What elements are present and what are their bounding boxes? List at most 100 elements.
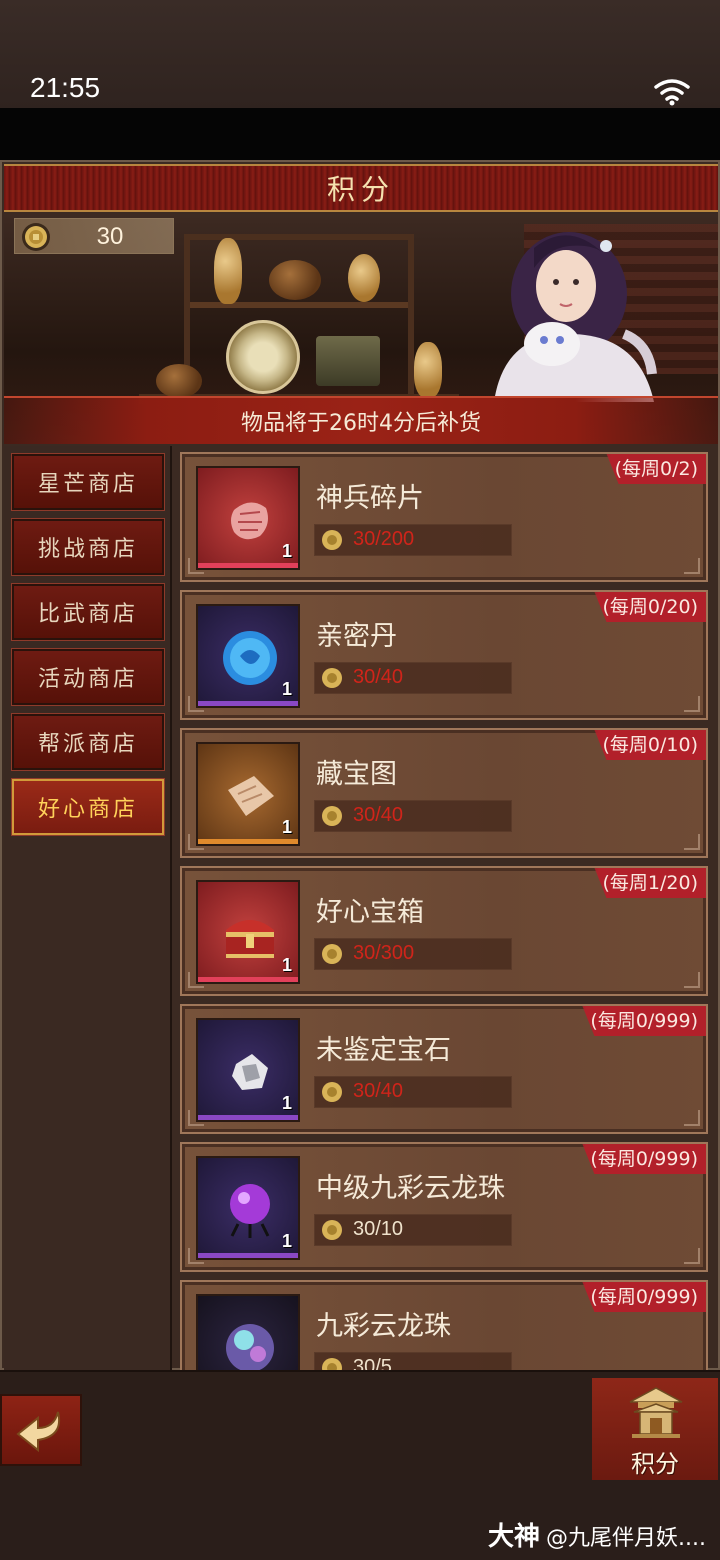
tab-event-shop[interactable]: 活动商店	[11, 648, 165, 706]
item-quantity: 1	[281, 541, 292, 561]
item-name: 亲密丹	[316, 621, 397, 652]
vase-decoration	[414, 342, 442, 398]
item-quantity: 1	[281, 817, 292, 837]
item-name: 九彩云龙珠	[316, 1311, 451, 1342]
restock-timer-text: 物品将于26时4分后补货	[241, 411, 481, 436]
bottom-bar: 积分	[0, 1370, 720, 1480]
rarity-strip	[198, 839, 298, 844]
tab-kindness-shop[interactable]: 好心商店	[11, 778, 165, 836]
item-name: 好心宝箱	[316, 897, 424, 928]
wifi-icon	[654, 79, 690, 106]
price-box: 30/200	[314, 524, 512, 556]
price-box: 30/5	[314, 1352, 512, 1370]
item-thumbnail[interactable]: 1	[196, 742, 300, 846]
item-thumbnail[interactable]: 1	[196, 1156, 300, 1260]
status-bar: 21:55	[0, 0, 720, 108]
page-title: 积分	[326, 173, 395, 206]
weekly-limit-badge: (每周0/2)	[606, 454, 706, 484]
gourd-decoration	[348, 254, 380, 302]
item-price: 30/40	[353, 804, 404, 826]
item-quantity: 1	[281, 955, 292, 975]
coin-icon	[322, 944, 342, 964]
weekly-limit-badge: (每周0/20)	[594, 592, 706, 622]
coin-icon	[322, 668, 342, 688]
item-price: 30/40	[353, 666, 404, 688]
watermark: 大神 @九尾伴月妖....	[488, 1516, 706, 1553]
item-quantity: 1	[281, 1231, 292, 1251]
shop-item-card[interactable]: 1 好心宝箱 30/300 (每周1/20)	[180, 866, 708, 996]
notch-band	[0, 108, 720, 160]
points-shop-button[interactable]: 积分	[592, 1378, 718, 1480]
shop-banner: 30 物品将于26时4分后补货	[4, 214, 718, 444]
rarity-strip	[198, 1253, 298, 1258]
vase-decoration	[214, 238, 242, 304]
coin-icon	[322, 806, 342, 826]
price-box: 30/40	[314, 1076, 512, 1108]
shop-item-card[interactable]: 1 藏宝图 30/40 (每周0/10)	[180, 728, 708, 858]
coin-icon	[22, 223, 50, 251]
back-button[interactable]	[0, 1394, 82, 1466]
shopkeeper-character	[494, 232, 657, 402]
tab-challenge-shop[interactable]: 挑战商店	[11, 518, 165, 576]
price-box: 30/10	[314, 1214, 512, 1246]
item-price: 30/200	[353, 528, 415, 550]
coin-icon	[322, 1358, 342, 1370]
price-box: 30/40	[314, 662, 512, 694]
shop-item-card[interactable]: 1 神兵碎片 30/200 (每周0/2)	[180, 452, 708, 582]
item-name: 神兵碎片	[316, 483, 424, 514]
item-quantity: 1	[281, 1093, 292, 1113]
shop-panel: 积分 30 物品将于26时4分后补货 星芒商店 挑战商店 比武商店 活动商店 帮…	[0, 160, 720, 1370]
weekly-limit-badge: (每周1/20)	[594, 868, 706, 898]
item-quantity: 1	[281, 679, 292, 699]
treasure-map-icon	[228, 776, 274, 816]
coin-icon	[322, 1220, 342, 1240]
footer: 大神 @九尾伴月妖....	[0, 1480, 720, 1560]
watermark-brand: 大神	[488, 1522, 541, 1552]
censer-decoration	[269, 260, 321, 300]
weekly-limit-badge: (每周0/999)	[582, 1282, 706, 1312]
coin-icon	[322, 530, 342, 550]
currency-value: 30	[96, 223, 124, 250]
orb-icon	[226, 1324, 274, 1370]
item-thumbnail[interactable]: 1	[196, 1018, 300, 1122]
watermark-text: @九尾伴月妖....	[546, 1526, 706, 1551]
teapot-decoration	[156, 364, 202, 398]
item-price: 30/5	[353, 1356, 392, 1370]
tab-tournament-shop[interactable]: 比武商店	[11, 583, 165, 641]
price-box: 30/300	[314, 938, 512, 970]
tab-guild-shop[interactable]: 帮派商店	[11, 713, 165, 771]
item-thumbnail[interactable]: 1	[196, 1294, 300, 1370]
dragon-plate-decoration	[226, 320, 300, 394]
rarity-strip	[198, 977, 298, 982]
shard-icon	[231, 502, 268, 540]
return-arrow-icon	[16, 1411, 60, 1453]
weekly-limit-badge: (每周0/999)	[582, 1144, 706, 1174]
treasure-chest-icon	[226, 920, 274, 958]
shop-item-list[interactable]: 1 神兵碎片 30/200 (每周0/2) 1 亲密丹 30/40 (每周0/2…	[174, 446, 718, 1370]
shop-item-card[interactable]: 1 亲密丹 30/40 (每周0/20)	[180, 590, 708, 720]
shop-item-card[interactable]: 1 中级九彩云龙珠 30/10 (每周0/999)	[180, 1142, 708, 1272]
item-price: 30/40	[353, 1080, 404, 1102]
tab-starlight-shop[interactable]: 星芒商店	[11, 453, 165, 511]
item-thumbnail[interactable]: 1	[196, 466, 300, 570]
rarity-strip	[198, 1115, 298, 1120]
item-thumbnail[interactable]: 1	[196, 880, 300, 984]
gem-icon	[232, 1054, 268, 1090]
shop-item-card[interactable]: 1 九彩云龙珠 30/5 (每周0/999)	[180, 1280, 708, 1370]
item-price: 30/10	[353, 1218, 404, 1240]
shop-category-sidebar: 星芒商店 挑战商店 比武商店 活动商店 帮派商店 好心商店	[4, 446, 172, 1370]
pavilion-icon	[629, 1387, 683, 1438]
weekly-limit-badge: (每周0/999)	[582, 1006, 706, 1036]
weekly-limit-badge: (每周0/10)	[594, 730, 706, 760]
shop-item-card[interactable]: 1 未鉴定宝石 30/40 (每周0/999)	[180, 1004, 708, 1134]
currency-display: 30	[14, 218, 174, 254]
price-box: 30/40	[314, 800, 512, 832]
rarity-strip	[198, 563, 298, 568]
blue-pill-icon	[223, 631, 277, 685]
bronze-ding-decoration	[316, 336, 380, 386]
status-time: 21:55	[30, 72, 101, 103]
coin-icon	[322, 1082, 342, 1102]
item-name: 未鉴定宝石	[316, 1035, 451, 1066]
item-thumbnail[interactable]: 1	[196, 604, 300, 708]
purple-orb-icon	[230, 1184, 270, 1238]
